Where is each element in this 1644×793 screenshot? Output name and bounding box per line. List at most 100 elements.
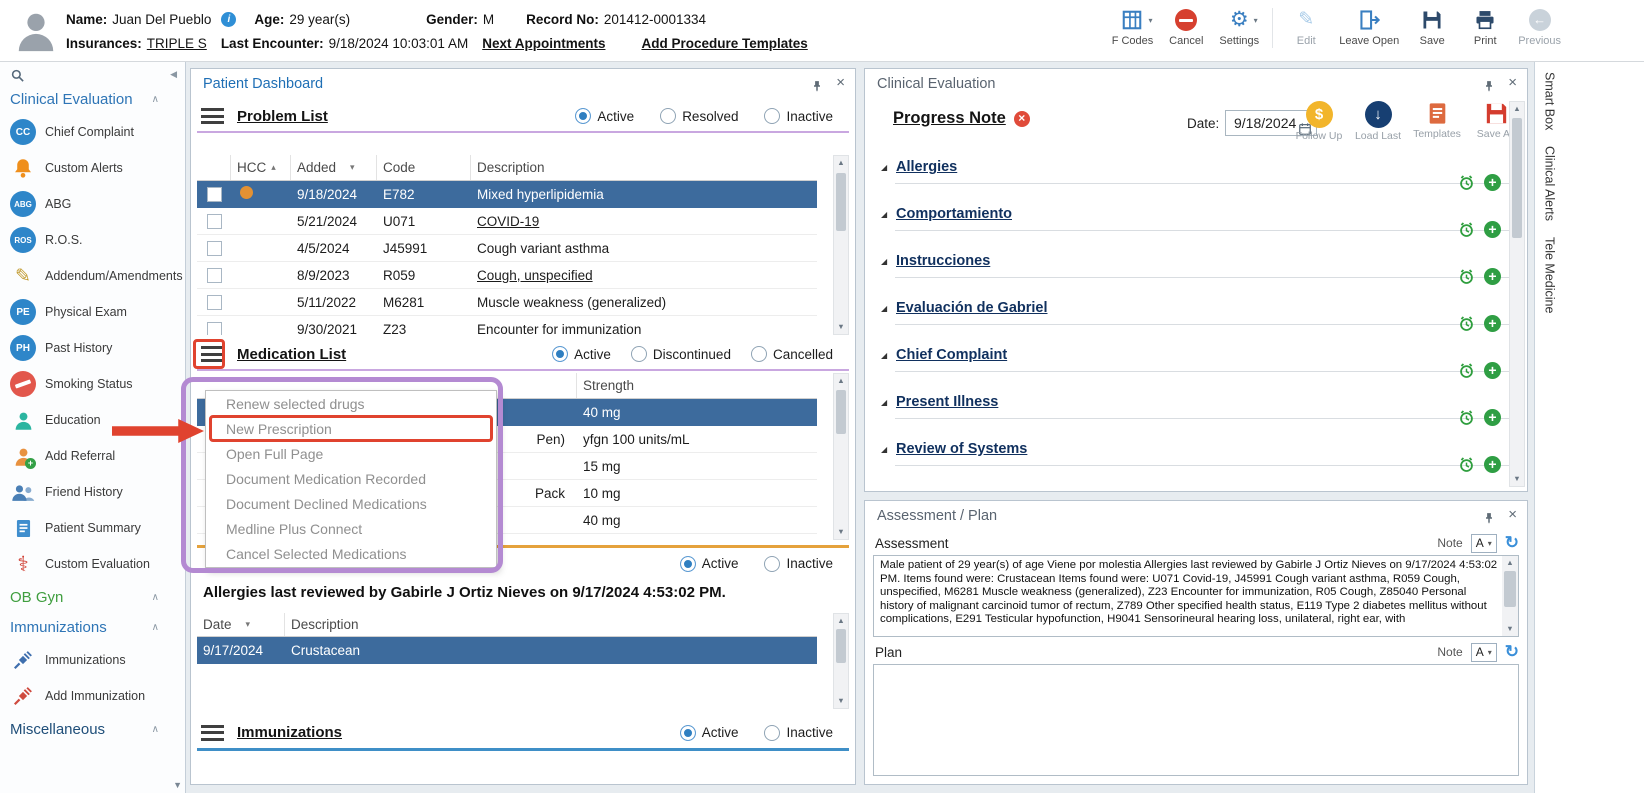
sidebar-item-patient-summary[interactable]: Patient Summary bbox=[0, 510, 185, 546]
strength-column-header[interactable]: Strength bbox=[577, 373, 817, 398]
scrollbar-thumb[interactable] bbox=[1512, 118, 1522, 238]
row-checkbox[interactable] bbox=[206, 186, 222, 202]
expander-icon[interactable] bbox=[881, 445, 887, 454]
timer-icon[interactable] bbox=[1458, 174, 1475, 191]
assessment-textbox[interactable]: Male patient of 29 year(s) of age Viene … bbox=[873, 555, 1519, 637]
expander-icon[interactable] bbox=[881, 257, 887, 266]
scrollbar-thumb[interactable] bbox=[836, 629, 846, 663]
section-label[interactable]: Present Illness bbox=[896, 394, 998, 410]
sidebar-item-past-history[interactable]: PH Past History bbox=[0, 330, 185, 366]
menu-item-document-declined-medications[interactable]: Document Declined Medications bbox=[206, 492, 496, 517]
medication-filter-discontinued[interactable]: Discontinued bbox=[630, 346, 731, 362]
problem-table-scrollbar[interactable] bbox=[833, 155, 849, 335]
sidebar-item-add-immunization[interactable]: Add Immunization bbox=[0, 678, 185, 714]
note-type-dropdown[interactable]: A bbox=[1470, 533, 1497, 553]
assessment-scrollbar[interactable] bbox=[1502, 556, 1518, 636]
allergy-row[interactable]: 9/17/2024 Crustacean bbox=[197, 637, 817, 664]
close-icon[interactable] bbox=[1508, 74, 1517, 91]
date-column-header[interactable]: Date bbox=[197, 613, 285, 636]
insurances-link[interactable]: TRIPLE S bbox=[147, 36, 207, 51]
add-entry-icon[interactable] bbox=[1484, 456, 1501, 473]
note-scrollbar[interactable] bbox=[1509, 101, 1525, 487]
sidebar-item-chief-complaint[interactable]: CC Chief Complaint bbox=[0, 114, 185, 150]
immunizations-filter-active[interactable]: Active bbox=[679, 724, 738, 741]
chevron-up-icon[interactable] bbox=[152, 724, 159, 735]
section-label[interactable]: Instrucciones bbox=[896, 253, 990, 269]
hcc-column-header[interactable]: HCC bbox=[231, 155, 291, 180]
scroll-up-icon[interactable] bbox=[834, 156, 848, 170]
sidebar-item-ros[interactable]: ROS R.O.S. bbox=[0, 222, 185, 258]
added-column-header[interactable]: Added bbox=[291, 155, 377, 180]
row-checkbox[interactable] bbox=[206, 240, 222, 256]
patient-info-icon[interactable] bbox=[221, 11, 237, 27]
expander-icon[interactable] bbox=[881, 351, 887, 360]
expander-icon[interactable] bbox=[881, 398, 887, 407]
timer-icon[interactable] bbox=[1458, 409, 1475, 426]
section-label[interactable]: Comportamiento bbox=[896, 206, 1012, 222]
code-column-header[interactable]: Code bbox=[377, 155, 471, 180]
close-icon[interactable] bbox=[836, 74, 845, 91]
expander-icon[interactable] bbox=[881, 163, 887, 172]
problem-filter-active[interactable]: Active bbox=[575, 108, 634, 124]
follow-up-button[interactable]: Follow Up bbox=[1294, 101, 1344, 142]
add-entry-icon[interactable] bbox=[1484, 221, 1501, 238]
sidebar-item-friend-history[interactable]: Friend History bbox=[0, 474, 185, 510]
problem-filter-inactive[interactable]: Inactive bbox=[764, 108, 833, 124]
scroll-down-icon[interactable] bbox=[834, 320, 848, 334]
chevron-up-icon[interactable] bbox=[152, 592, 159, 603]
previous-button[interactable]: Previous bbox=[1515, 6, 1564, 48]
timer-icon[interactable] bbox=[1458, 221, 1475, 238]
pin-icon[interactable] bbox=[811, 77, 823, 92]
scrollbar-thumb[interactable] bbox=[836, 390, 846, 434]
sidebar-item-custom-evaluation[interactable]: Custom Evaluation bbox=[0, 546, 185, 582]
sidebar-item-immunizations[interactable]: Immunizations bbox=[0, 642, 185, 678]
scrollbar-thumb[interactable] bbox=[836, 173, 846, 231]
problem-filter-resolved[interactable]: Resolved bbox=[660, 108, 738, 124]
f-codes-caret-icon[interactable] bbox=[1148, 16, 1152, 25]
timer-icon[interactable] bbox=[1458, 315, 1475, 332]
f-codes-button[interactable]: F Codes bbox=[1109, 6, 1157, 48]
scroll-down-icon[interactable] bbox=[834, 525, 848, 539]
section-label[interactable]: Review of Systems bbox=[896, 441, 1027, 457]
remove-note-icon[interactable] bbox=[1013, 110, 1030, 127]
problem-row[interactable]: 5/11/2022 M6281 Muscle weakness (general… bbox=[197, 289, 817, 316]
add-procedure-templates-link[interactable]: Add Procedure Templates bbox=[641, 36, 807, 51]
scroll-down-icon[interactable] bbox=[1510, 472, 1524, 486]
scroll-down-icon[interactable] bbox=[834, 694, 848, 708]
row-checkbox[interactable] bbox=[206, 294, 222, 310]
sidebar-item-education[interactable]: Education bbox=[0, 402, 185, 438]
close-icon[interactable] bbox=[1508, 506, 1517, 523]
save-button[interactable]: Save bbox=[1409, 6, 1455, 48]
tab-tele-medicine[interactable]: Tele Medicine bbox=[1543, 237, 1557, 313]
search-icon[interactable] bbox=[10, 67, 25, 83]
timer-icon[interactable] bbox=[1458, 362, 1475, 379]
sidebar-item-physical-exam[interactable]: PE Physical Exam bbox=[0, 294, 185, 330]
sidebar-scroll-down-icon[interactable] bbox=[173, 780, 182, 790]
row-checkbox[interactable] bbox=[206, 267, 222, 283]
sidebar-item-addendum-amendments[interactable]: Addendum/Amendments bbox=[0, 258, 185, 294]
refresh-icon[interactable] bbox=[1505, 643, 1519, 661]
sidebar-item-smoking-status[interactable]: Smoking Status bbox=[0, 366, 185, 402]
add-entry-icon[interactable] bbox=[1484, 268, 1501, 285]
problem-row[interactable]: 5/21/2024 U071 COVID-19 bbox=[197, 208, 817, 235]
edit-button[interactable]: Edit bbox=[1283, 6, 1329, 48]
pin-icon[interactable] bbox=[1483, 509, 1495, 524]
scrollbar-thumb[interactable] bbox=[1504, 571, 1516, 607]
add-entry-icon[interactable] bbox=[1484, 174, 1501, 191]
menu-item-open-full-page[interactable]: Open Full Page bbox=[206, 441, 496, 466]
menu-item-new-prescription[interactable]: New Prescription bbox=[206, 416, 496, 441]
section-label[interactable]: Evaluación de Gabriel bbox=[896, 300, 1048, 316]
tab-clinical-alerts[interactable]: Clinical Alerts bbox=[1543, 146, 1557, 221]
allergy-table-scrollbar[interactable] bbox=[833, 613, 849, 709]
leave-open-button[interactable]: Leave Open bbox=[1336, 6, 1402, 48]
medication-filter-active[interactable]: Active bbox=[552, 346, 611, 362]
row-checkbox[interactable] bbox=[206, 321, 222, 335]
cancel-button[interactable]: Cancel bbox=[1163, 6, 1209, 48]
menu-item-renew-selected-drugs[interactable]: Renew selected drugs bbox=[206, 391, 496, 416]
sidebar-item-abg[interactable]: ABG ABG bbox=[0, 186, 185, 222]
timer-icon[interactable] bbox=[1458, 268, 1475, 285]
description-column-header[interactable]: Description bbox=[471, 155, 817, 180]
problem-row[interactable]: 8/9/2023 R059 Cough, unspecified bbox=[197, 262, 817, 289]
problem-row[interactable]: 4/5/2024 J45991 Cough variant asthma bbox=[197, 235, 817, 262]
chevron-up-icon[interactable] bbox=[152, 94, 159, 105]
